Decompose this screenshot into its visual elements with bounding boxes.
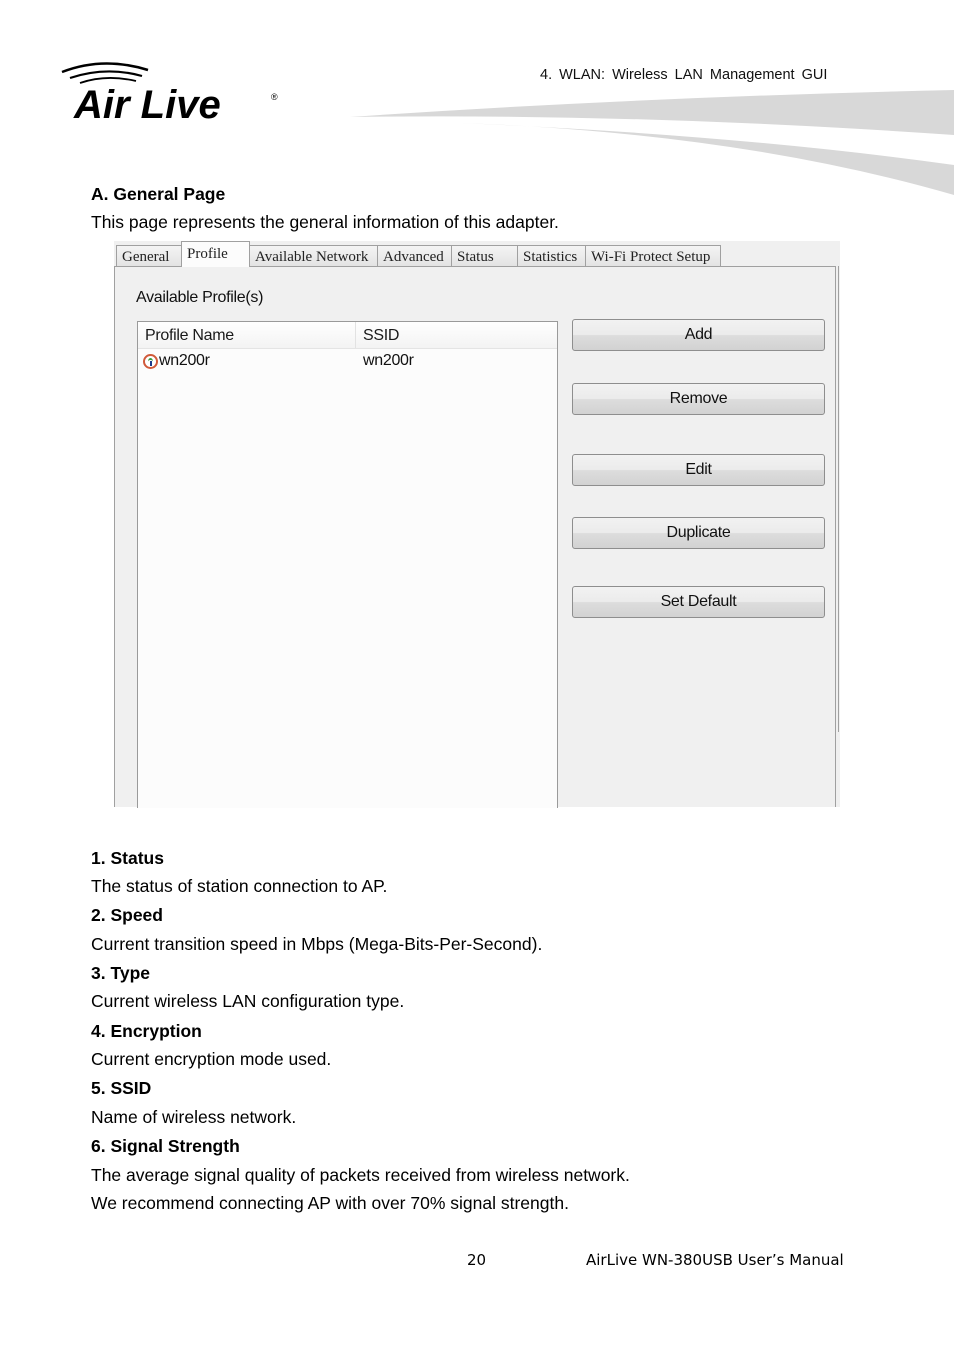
- tab-general[interactable]: General: [116, 245, 182, 267]
- profile-dialog: General Profile Available Network Advanc…: [114, 241, 841, 808]
- set-default-button[interactable]: Set Default: [572, 586, 825, 618]
- tab-bar: General Profile Available Network Advanc…: [116, 241, 721, 267]
- list-item[interactable]: wn200r wn200r: [138, 349, 557, 373]
- item-desc-ssid: Name of wireless network.: [91, 1107, 297, 1127]
- item-desc-speed: Current transition speed in Mbps (Mega-B…: [91, 934, 543, 954]
- tab-status[interactable]: Status: [451, 245, 518, 267]
- available-profiles-label: Available Profile(s): [136, 289, 264, 306]
- item-desc-signal-recommendation: We recommend connecting AP with over 70%…: [91, 1193, 569, 1213]
- wireless-profile-icon: [143, 353, 158, 369]
- duplicate-button[interactable]: Duplicate: [572, 517, 825, 549]
- profile-list[interactable]: Profile Name SSID wn200r wn200r: [137, 321, 558, 808]
- profile-ssid: wn200r: [363, 352, 414, 369]
- add-button[interactable]: Add: [572, 319, 825, 351]
- item-title-encryption: 4. Encryption: [91, 1021, 202, 1041]
- section-intro: This page represents the general informa…: [91, 212, 559, 232]
- page-number: 20: [467, 1251, 487, 1269]
- item-desc-encryption: Current encryption mode used.: [91, 1049, 332, 1069]
- item-desc-signal-strength: The average signal quality of packets re…: [91, 1165, 630, 1185]
- logo-text: Air Live: [73, 83, 221, 127]
- item-title-speed: 2. Speed: [91, 905, 163, 925]
- item-title-signal-strength: 6. Signal Strength: [91, 1136, 240, 1156]
- item-desc-status: The status of station connection to AP.: [91, 876, 388, 896]
- item-title-type: 3. Type: [91, 963, 151, 983]
- column-header-profile-name[interactable]: Profile Name: [138, 322, 356, 348]
- item-title-ssid: 5. SSID: [91, 1078, 152, 1098]
- section-title: A. General Page: [91, 184, 226, 204]
- manual-title: AirLive WN-380USB User’s Manual: [586, 1251, 844, 1269]
- panel-right-edge: [838, 266, 841, 732]
- edit-button[interactable]: Edit: [572, 454, 825, 486]
- column-header-ssid[interactable]: SSID: [356, 322, 399, 348]
- profile-name: wn200r: [159, 352, 210, 369]
- list-header: Profile Name SSID: [138, 322, 557, 349]
- tab-profile[interactable]: Profile: [181, 241, 250, 267]
- chapter-title: 4. WLAN: Wireless LAN Management GUI: [540, 67, 828, 83]
- item-desc-type: Current wireless LAN configuration type.: [91, 991, 405, 1011]
- tab-wifi-protect-setup[interactable]: Wi-Fi Protect Setup: [585, 245, 721, 267]
- item-title-status: 1. Status: [91, 848, 164, 868]
- svg-text:®: ®: [271, 92, 278, 102]
- header-swoosh-decoration: [350, 90, 954, 195]
- remove-button[interactable]: Remove: [572, 383, 825, 415]
- tab-advanced[interactable]: Advanced: [377, 245, 452, 267]
- profile-panel: Available Profile(s) Profile Name SSID w…: [114, 266, 836, 808]
- tab-statistics[interactable]: Statistics: [517, 245, 586, 267]
- airlive-logo: Air Live ®: [61, 62, 278, 127]
- tab-available-network[interactable]: Available Network: [249, 245, 378, 267]
